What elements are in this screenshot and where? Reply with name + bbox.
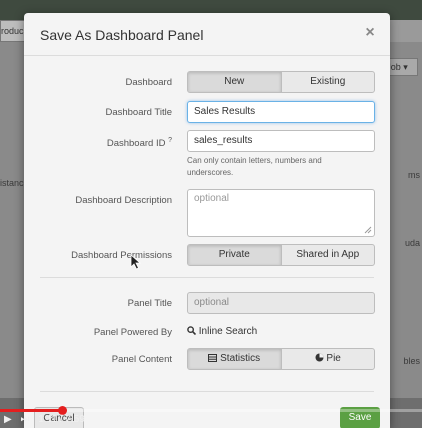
panel-title-label: Panel Title	[127, 298, 172, 309]
powered-by-text: Inline Search	[198, 326, 258, 337]
panel-content-label: Panel Content	[111, 354, 172, 365]
dashboard-new-option[interactable]: New	[188, 72, 282, 92]
dashboard-description-textarea[interactable]: optional	[187, 189, 375, 237]
background-right-text-2: uda	[404, 238, 420, 248]
dashboard-title-label: Dashboard Title	[105, 107, 172, 118]
section-divider	[40, 277, 374, 278]
panel-content-pie-option[interactable]: Pie	[282, 349, 375, 369]
background-right-text-1: ms	[408, 170, 420, 180]
dashboard-id-label-text: Dashboard ID	[106, 138, 166, 150]
dashboard-existing-option[interactable]: Existing	[282, 72, 375, 92]
save-as-dashboard-panel-dialog: Save As Dashboard Panel × Dashboard New …	[24, 13, 390, 428]
resize-handle-icon[interactable]	[364, 226, 372, 234]
help-icon[interactable]: ?	[168, 137, 172, 144]
panel-powered-by-value: Inline Search	[187, 326, 257, 337]
dashboard-id-label: Dashboard ID ?	[107, 137, 172, 149]
table-icon	[208, 354, 218, 362]
pie-chart-icon	[315, 353, 324, 362]
background-right-text-3: bles	[403, 356, 420, 366]
close-button[interactable]: ×	[360, 23, 380, 43]
mouse-pointer-icon	[130, 254, 142, 270]
dashboard-permissions-label: Dashboard Permissions	[71, 250, 172, 261]
video-progress-fill	[0, 409, 63, 412]
dialog-header: Save As Dashboard Panel ×	[24, 13, 390, 56]
dialog-title: Save As Dashboard Panel	[40, 27, 204, 43]
pie-label: Pie	[326, 353, 341, 364]
background-left-text: istanc	[0, 178, 24, 188]
dashboard-title-input[interactable]: Sales Results	[187, 101, 375, 123]
skip-icon[interactable]: ⏭	[20, 414, 29, 425]
dashboard-id-help-text: Can only contain letters, numbers and un…	[187, 156, 322, 177]
video-time-display: ▶︎ ⏭ 1:11 / 7:59	[4, 414, 85, 428]
footer-divider	[40, 391, 374, 392]
permissions-toggle: Private Shared in App	[187, 244, 375, 266]
dashboard-id-input[interactable]: sales_results	[187, 130, 375, 152]
panel-title-input[interactable]: optional	[187, 292, 375, 314]
panel-powered-by-label: Panel Powered By	[93, 327, 172, 338]
description-placeholder: optional	[194, 193, 230, 204]
search-icon	[187, 326, 197, 336]
statistics-label: Statistics	[220, 353, 261, 364]
video-progress-bar[interactable]	[0, 406, 422, 415]
dashboard-toggle: New Existing	[187, 71, 375, 93]
dashboard-label: Dashboard	[125, 77, 172, 88]
permissions-shared-option[interactable]: Shared in App	[282, 245, 375, 265]
time-text: 1:11 / 7:59	[38, 414, 85, 425]
panel-content-statistics-option[interactable]: Statistics	[188, 349, 282, 369]
permissions-private-option[interactable]: Private	[188, 245, 282, 265]
play-icon[interactable]: ▶︎	[4, 414, 12, 425]
panel-content-toggle: Statistics Pie	[187, 348, 375, 370]
dashboard-description-label: Dashboard Description	[75, 195, 172, 206]
